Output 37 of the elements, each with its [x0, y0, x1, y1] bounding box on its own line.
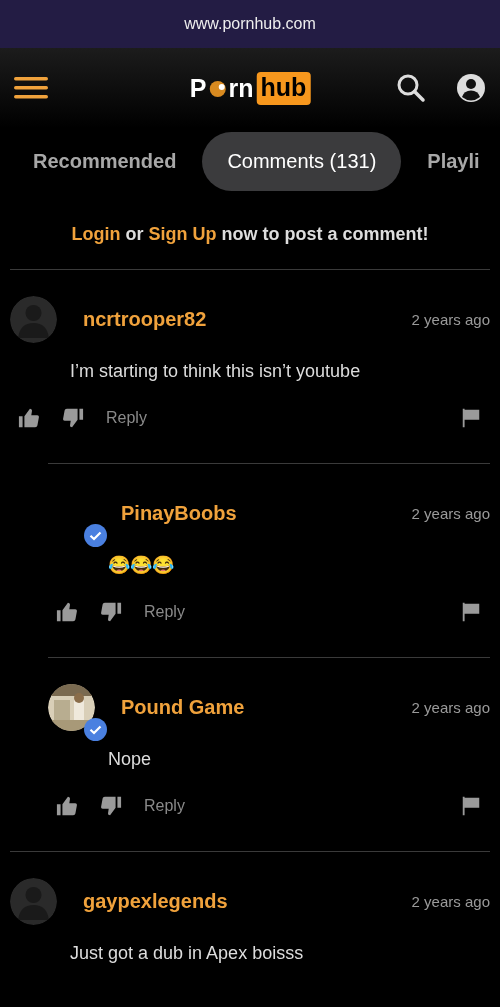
reply-button[interactable]: Reply	[144, 797, 185, 815]
timestamp: 2 years ago	[411, 311, 490, 328]
account-icon[interactable]	[456, 73, 486, 103]
site-logo[interactable]: P rn hub	[189, 71, 311, 105]
tab[interactable]: Comments (131)	[202, 131, 402, 191]
username-link[interactable]: ncrtrooper82	[83, 308, 207, 331]
reply-button[interactable]: Reply	[144, 603, 185, 621]
comment-text: I’m starting to think this isn’t youtube	[70, 360, 362, 383]
thumbs-up-icon[interactable]	[56, 795, 78, 817]
username-link[interactable]: gaypexlegends	[83, 890, 228, 913]
avatar-placeholder-icon	[10, 878, 57, 925]
avatar-placeholder-icon	[10, 296, 57, 343]
reply-button[interactable]: Reply	[106, 409, 147, 427]
flag-icon[interactable]	[460, 407, 482, 429]
menu-icon[interactable]	[14, 76, 48, 100]
comment-text: Nope	[108, 748, 153, 771]
thumbs-down-icon[interactable]	[62, 407, 84, 429]
search-icon[interactable]	[396, 73, 426, 103]
tab[interactable]: Recommended	[33, 149, 177, 173]
timestamp: 2 years ago	[411, 699, 490, 716]
url-text: www.pornhub.com	[184, 15, 316, 33]
username-link[interactable]: Pound Game	[121, 696, 245, 719]
flag-icon[interactable]	[460, 601, 482, 623]
flag-icon[interactable]	[460, 795, 482, 817]
thumbs-down-icon[interactable]	[100, 601, 122, 623]
sign-up-link[interactable]: Sign Up	[148, 224, 217, 244]
login-prompt: Login or Sign Up now to post a comment!	[70, 224, 430, 245]
timestamp: 2 years ago	[411, 893, 490, 910]
tab[interactable]: Playli	[427, 149, 480, 173]
comment-text: 😂😂😂	[108, 554, 175, 577]
comment-text: Just got a dub in Apex boisss	[70, 942, 305, 965]
thumbs-up-icon[interactable]	[56, 601, 78, 623]
thumbs-down-icon[interactable]	[100, 795, 122, 817]
timestamp: 2 years ago	[411, 505, 490, 522]
thumbs-up-icon[interactable]	[18, 407, 40, 429]
username-link[interactable]: PinayBoobs	[121, 502, 237, 525]
login-link[interactable]: Login	[71, 224, 121, 244]
